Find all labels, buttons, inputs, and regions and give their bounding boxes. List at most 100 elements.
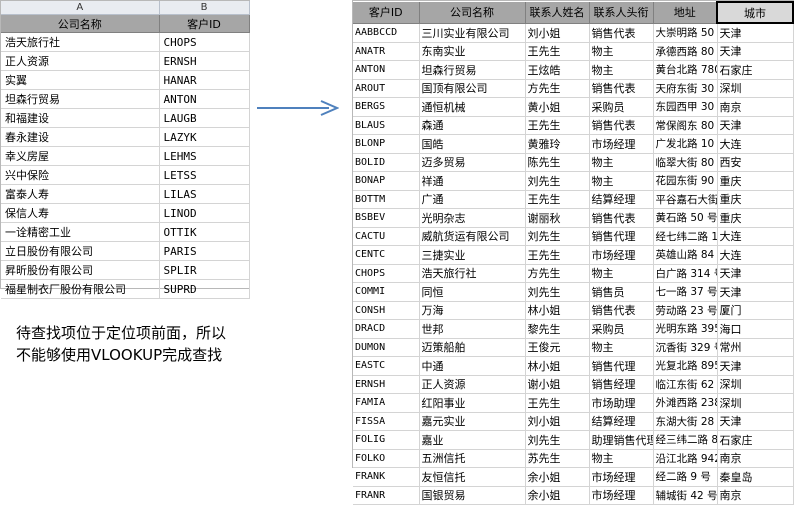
cell-customer-id[interactable]: AABBCCD [353,23,420,43]
cell-contact-title[interactable]: 结算经理 [589,412,654,431]
cell-address[interactable]: 经二路 9 号 [653,467,718,487]
cell-city[interactable]: 秦皇岛 [717,467,794,487]
cell-city[interactable]: 常州 [717,338,794,357]
cell-contact-title[interactable]: 助理销售代理 [589,430,654,450]
cell-customer-id[interactable]: ERNSH [159,51,250,71]
cell-city[interactable]: 海口 [717,319,794,339]
cell-company-name[interactable]: 广通 [419,190,526,209]
cell-customer-id[interactable]: FOLKO [353,449,420,468]
cell-contact-title[interactable]: 市场经理 [589,245,654,265]
cell-contact-name[interactable]: 黄小姐 [525,97,590,117]
cell-contact-title[interactable]: 销售代表 [589,301,654,320]
cell-contact-name[interactable]: 王俊元 [525,338,590,357]
cell-company-name[interactable]: 浩天旅行社 [419,264,526,283]
cell-contact-name[interactable]: 余小姐 [525,486,590,505]
cell-contact-title[interactable]: 销售代表 [589,208,654,228]
cell-city[interactable]: 西安 [717,153,794,172]
cell-customer-id[interactable]: FISSA [353,412,420,431]
cell-company-name[interactable]: 和福建设 [1,108,160,128]
header-city[interactable]: 城市 [716,1,794,24]
cell-contact-name[interactable]: 陈先生 [525,153,590,172]
cell-contact-name[interactable]: 林小姐 [525,301,590,320]
cell-address[interactable]: 平谷嘉石大街 38 号 [653,190,718,209]
cell-customer-id[interactable]: FRANK [353,467,420,487]
cell-address[interactable]: 光明东路 395 号 [653,319,718,339]
cell-company-name[interactable]: 三捷实业 [419,245,526,265]
cell-city[interactable]: 南京 [717,486,794,505]
cell-address[interactable]: 常保阁东 80 号 [653,116,718,135]
cell-company-name[interactable]: 万海 [419,301,526,320]
cell-contact-title[interactable]: 销售代理 [589,356,654,376]
cell-customer-id[interactable]: SPLIR [159,260,250,280]
cell-contact-name[interactable]: 黄雅玲 [525,134,590,154]
cell-company-name[interactable]: 富泰人寿 [1,184,160,204]
cell-contact-title[interactable]: 物主 [589,449,654,468]
cell-company-name[interactable]: 保信人寿 [1,203,160,223]
cell-city[interactable]: 天津 [717,23,794,43]
cell-contact-name[interactable]: 刘小姐 [525,412,590,431]
cell-customer-id[interactable]: AROUT [353,79,420,98]
cell-city[interactable]: 深圳 [717,375,794,394]
cell-city[interactable]: 重庆 [717,171,794,191]
cell-company-name[interactable]: 国皓 [419,134,526,154]
cell-customer-id[interactable]: BSBEV [353,208,420,228]
cell-contact-name[interactable]: 刘先生 [525,227,590,246]
cell-address[interactable]: 承德西路 80 号 [653,42,718,61]
cell-company-name[interactable]: 光明杂志 [419,208,526,228]
cell-city[interactable]: 天津 [717,264,794,283]
cell-city[interactable]: 天津 [717,42,794,61]
cell-address[interactable]: 经三纬二路 8 号 [653,430,718,450]
cell-contact-name[interactable]: 谢丽秋 [525,208,590,228]
cell-company-name[interactable]: 一诠精密工业 [1,222,160,242]
cell-address[interactable]: 黄石路 50 号 [653,208,718,228]
cell-contact-title[interactable]: 物主 [589,42,654,61]
cell-company-name[interactable]: 五洲信托 [419,449,526,468]
cell-contact-title[interactable]: 市场助理 [589,393,654,413]
cell-company-name[interactable]: 实翼 [1,70,160,90]
cell-address[interactable]: 经七纬二路 13 号 [653,227,718,246]
cell-company-name[interactable]: 嘉元实业 [419,412,526,431]
cell-contact-name[interactable]: 黎先生 [525,319,590,339]
cell-address[interactable]: 大崇明路 50 号 [653,23,718,43]
cell-contact-title[interactable]: 采购员 [589,97,654,117]
cell-contact-name[interactable]: 林小姐 [525,356,590,376]
cell-customer-id[interactable]: LEHMS [159,146,250,166]
cell-company-name[interactable]: 红阳事业 [419,393,526,413]
cell-city[interactable]: 大连 [717,227,794,246]
cell-contact-title[interactable]: 市场经理 [589,134,654,154]
cell-customer-id[interactable]: DRACD [353,319,420,339]
cell-company-name[interactable]: 福星制衣厂股份有限公司 [1,279,160,299]
cell-city[interactable]: 石家庄 [717,430,794,450]
header-customer-id[interactable]: 客户ID [159,14,250,33]
cell-city[interactable]: 天津 [717,356,794,376]
cell-customer-id[interactable]: OTTIK [159,222,250,242]
cell-contact-title[interactable]: 物主 [589,153,654,172]
column-letter-a[interactable]: A [1,1,160,15]
header-company-name[interactable]: 公司名称 [1,14,160,33]
cell-company-name[interactable]: 友恒信托 [419,467,526,487]
cell-customer-id[interactable]: LINOD [159,203,250,223]
cell-customer-id[interactable]: CHOPS [159,32,250,52]
cell-company-name[interactable]: 同恒 [419,282,526,302]
cell-company-name[interactable]: 三川实业有限公司 [419,23,526,43]
cell-customer-id[interactable]: COMMI [353,282,420,302]
cell-city[interactable]: 石家庄 [717,60,794,80]
cell-company-name[interactable]: 坦森行贸易 [1,89,160,109]
cell-city[interactable]: 深圳 [717,393,794,413]
cell-contact-title[interactable]: 销售代表 [589,116,654,135]
cell-customer-id[interactable]: EASTC [353,356,420,376]
cell-city[interactable]: 深圳 [717,79,794,98]
cell-customer-id[interactable]: ANTON [353,60,420,80]
cell-contact-name[interactable]: 刘先生 [525,171,590,191]
cell-customer-id[interactable]: ERNSH [353,375,420,394]
cell-customer-id[interactable]: FRANR [353,486,420,505]
cell-city[interactable]: 天津 [717,116,794,135]
cell-company-name[interactable]: 浩天旅行社 [1,32,160,52]
cell-city[interactable]: 大连 [717,134,794,154]
cell-contact-name[interactable]: 余小姐 [525,467,590,487]
cell-customer-id[interactable]: FOLIG [353,430,420,450]
cell-company-name[interactable]: 春永建设 [1,127,160,147]
cell-customer-id[interactable]: BONAP [353,171,420,191]
cell-customer-id[interactable]: BOTTM [353,190,420,209]
cell-company-name[interactable]: 国银贸易 [419,486,526,505]
